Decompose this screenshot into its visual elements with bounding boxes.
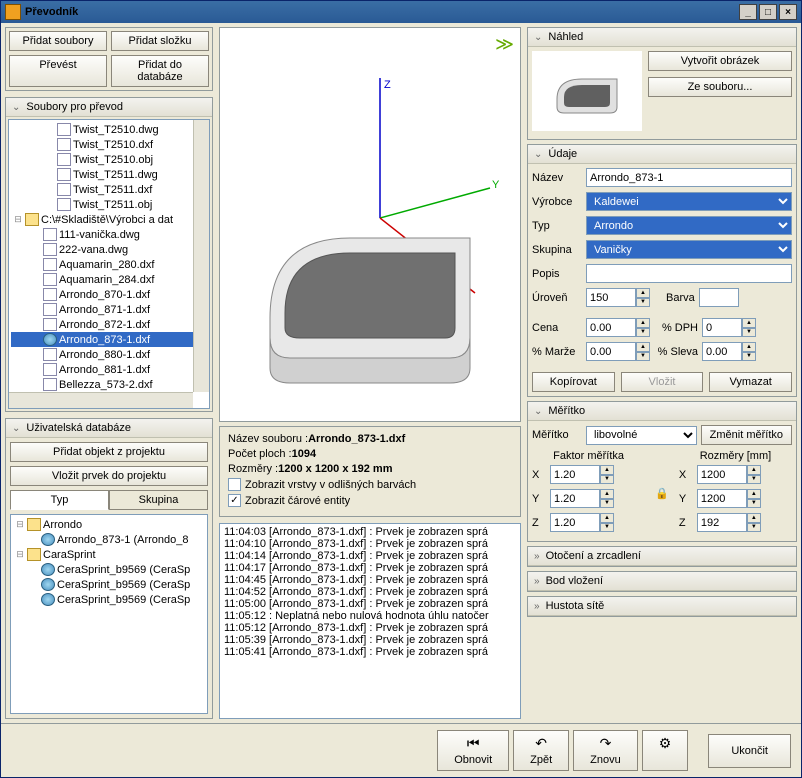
- window-title: Převodník: [25, 6, 78, 18]
- gear-icon: ⚙: [659, 735, 672, 752]
- scale-panel-header[interactable]: ⌄Měřítko: [528, 402, 796, 421]
- vat-input[interactable]: [702, 318, 742, 337]
- tree-item[interactable]: Bellezza_573-2.dxf: [11, 377, 207, 392]
- files-tree[interactable]: Twist_T2510.dwgTwist_T2510.dxfTwist_T251…: [8, 119, 210, 409]
- tree-item[interactable]: Arrondo_871-1.dxf: [11, 302, 207, 317]
- factor-y-input[interactable]: [550, 489, 600, 508]
- tree-item[interactable]: Twist_T2511.obj: [11, 197, 207, 212]
- tree-item[interactable]: 222-vana.dwg: [11, 242, 207, 257]
- level-input[interactable]: [586, 288, 636, 307]
- manufacturer-select[interactable]: Kaldewei: [586, 192, 792, 211]
- change-scale-button[interactable]: Změnit měřítko: [701, 425, 792, 445]
- color-box[interactable]: [699, 288, 739, 307]
- scrollbar-v[interactable]: [193, 120, 209, 392]
- chevron-down-icon: ⌄: [12, 102, 20, 113]
- add-folder-button[interactable]: Přidat složku: [111, 31, 209, 51]
- maximize-button[interactable]: □: [759, 4, 777, 20]
- data-panel-header[interactable]: ⌄Údaje: [528, 145, 796, 164]
- create-image-button[interactable]: Vytvořit obrázek: [648, 51, 792, 71]
- scale-select[interactable]: libovolné: [586, 426, 697, 445]
- tree-item[interactable]: Twist_T2510.dxf: [11, 137, 207, 152]
- dim-x-input[interactable]: [697, 465, 747, 484]
- files-panel-header[interactable]: ⌄ Soubory pro převod: [6, 98, 212, 117]
- svg-text:Y: Y: [492, 179, 500, 191]
- tree-item[interactable]: Aquamarin_280.dxf: [11, 257, 207, 272]
- close-button[interactable]: ×: [779, 4, 797, 20]
- redo-icon: ↷: [600, 735, 612, 752]
- show-lines-checkbox[interactable]: ✓Zobrazit čárové entity: [228, 494, 512, 507]
- rewind-icon: ⏮: [467, 735, 480, 752]
- tree-item[interactable]: Aquamarin_284.dxf: [11, 272, 207, 287]
- db-tabs: Typ Skupina: [10, 490, 208, 510]
- viewport-3d[interactable]: ≫ Z Y: [219, 27, 521, 422]
- refresh-button[interactable]: ⏮Obnovit: [437, 730, 509, 771]
- settings-button[interactable]: ⚙: [642, 730, 689, 771]
- from-file-button[interactable]: Ze souboru...: [648, 77, 792, 97]
- desc-input[interactable]: [586, 264, 792, 283]
- db-panel-header[interactable]: ⌄ Uživatelská databáze: [6, 419, 212, 438]
- chevron-down-icon: ⌄: [12, 423, 20, 434]
- delete-button[interactable]: Vymazat: [709, 372, 792, 392]
- redo-button[interactable]: ↷Znovu: [573, 730, 638, 771]
- add-object-button[interactable]: Přidat objekt z projektu: [10, 442, 208, 462]
- price-input[interactable]: [586, 318, 636, 337]
- name-input[interactable]: [586, 168, 792, 187]
- tree-item[interactable]: Arrondo_881-1.dxf: [11, 362, 207, 377]
- undo-icon: ↶: [535, 735, 547, 752]
- tree-item[interactable]: Twist_T2511.dxf: [11, 182, 207, 197]
- dim-y-input[interactable]: [697, 489, 747, 508]
- lock-icon[interactable]: 🔒: [655, 450, 669, 537]
- scrollbar-h[interactable]: [9, 392, 193, 408]
- tree-item[interactable]: Twist_T2511.dwg: [11, 167, 207, 182]
- dim-z-input[interactable]: [697, 513, 747, 532]
- margin-input[interactable]: [586, 342, 636, 361]
- preview-panel-header[interactable]: ⌄Náhled: [528, 28, 796, 47]
- tab-type[interactable]: Typ: [10, 490, 109, 510]
- undo-button[interactable]: ↶Zpět: [513, 730, 569, 771]
- copy-button[interactable]: Kopírovat: [532, 372, 615, 392]
- show-layers-checkbox[interactable]: Zobrazit vrstvy v odlišných barvách: [228, 478, 512, 491]
- type-select[interactable]: Arrondo: [586, 216, 792, 235]
- convert-button[interactable]: Převést: [9, 55, 107, 87]
- exit-button[interactable]: Ukončit: [708, 734, 791, 768]
- rotation-panel-header[interactable]: »Otočení a zrcadlení: [528, 547, 796, 566]
- tree-item[interactable]: Twist_T2510.obj: [11, 152, 207, 167]
- group-select[interactable]: Vaničky: [586, 240, 792, 259]
- titlebar: Převodník _ □ ×: [1, 1, 801, 23]
- svg-text:Z: Z: [384, 79, 391, 91]
- factor-z-input[interactable]: [550, 513, 600, 532]
- insert-point-panel-header[interactable]: »Bod vložení: [528, 572, 796, 591]
- minimize-button[interactable]: _: [739, 4, 757, 20]
- add-files-button[interactable]: Přidat soubory: [9, 31, 107, 51]
- factor-x-input[interactable]: [550, 465, 600, 484]
- app-icon: [5, 4, 21, 20]
- paste-button[interactable]: Vložit: [621, 372, 704, 392]
- file-info: Název souboru :Arrondo_873-1.dxf Počet p…: [219, 426, 521, 517]
- add-to-db-button[interactable]: Přidat do databáze: [111, 55, 209, 87]
- tree-item[interactable]: 111-vanička.dwg: [11, 227, 207, 242]
- top-buttons: Přidat soubory Přidat složku Převést Při…: [5, 27, 213, 91]
- tree-item[interactable]: Arrondo_873-1.dxf: [11, 332, 207, 347]
- log-box[interactable]: 11:04:03 [Arrondo_873-1.dxf] : Prvek je …: [219, 523, 521, 719]
- tree-item[interactable]: Arrondo_870-1.dxf: [11, 287, 207, 302]
- tree-item[interactable]: Twist_T2510.dwg: [11, 122, 207, 137]
- insert-element-button[interactable]: Vložit prvek do projektu: [10, 466, 208, 486]
- tab-group[interactable]: Skupina: [109, 490, 208, 510]
- tree-item[interactable]: Arrondo_872-1.dxf: [11, 317, 207, 332]
- tree-item[interactable]: Arrondo_880-1.dxf: [11, 347, 207, 362]
- preview-image: [532, 51, 642, 131]
- mesh-panel-header[interactable]: »Hustota sítě: [528, 597, 796, 616]
- discount-input[interactable]: [702, 342, 742, 361]
